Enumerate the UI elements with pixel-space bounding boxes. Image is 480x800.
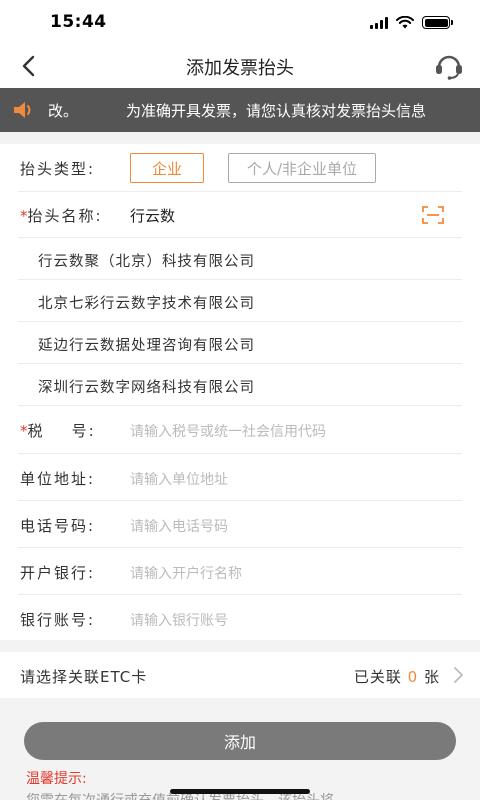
suggestion-text: 延边行云数据处理咨询有限公司: [38, 338, 255, 354]
etc-status-prefix: 已关联: [353, 668, 402, 686]
account-row: 银行账号: 请输入银行账号: [18, 595, 462, 640]
bank-row: 开户银行: 请输入开户行名称: [18, 548, 462, 595]
suggestion-item[interactable]: 深圳行云数字网络科技有限公司: [18, 364, 462, 406]
account-input[interactable]: 请输入银行账号: [130, 610, 452, 630]
tips-title: 温馨提示:: [26, 771, 87, 787]
suggestion-item[interactable]: 延边行云数据处理咨询有限公司: [18, 322, 462, 364]
tax-number-label-text: 税 号:: [27, 422, 96, 440]
required-mark: *: [20, 422, 28, 440]
notice-bar: 改。 为准确开具发票，请您认真核对发票抬头信息: [0, 88, 480, 132]
scan-button[interactable]: [422, 206, 444, 224]
etc-linked-count: 0: [407, 668, 419, 686]
nav-bar: 添加发票抬头: [0, 44, 480, 88]
suggestion-item[interactable]: 行云数聚（北京）科技有限公司: [18, 238, 462, 280]
title-name-row: *抬头名称: 行云数: [18, 192, 462, 238]
tax-number-input[interactable]: 请输入税号或统一社会信用代码: [130, 421, 452, 441]
tax-number-row: *税 号: 请输入税号或统一社会信用代码: [18, 406, 462, 454]
phone-row: 电话号码: 请输入电话号码: [18, 501, 462, 548]
notice-text-tail: 改。: [48, 102, 79, 120]
phone-input[interactable]: 请输入电话号码: [130, 516, 452, 536]
customer-service-button[interactable]: [434, 52, 464, 80]
title-name-input[interactable]: 行云数: [130, 205, 175, 226]
address-label: 单位地址:: [20, 470, 96, 488]
title-type-row: 抬头类型: 企业 个人/非企业单位: [18, 144, 462, 192]
etc-linked-status: 已关联 0 张: [354, 666, 440, 687]
suggestion-text: 深圳行云数字网络科技有限公司: [38, 380, 255, 396]
title-name-label: *抬头名称:: [20, 205, 103, 226]
address-input[interactable]: 请输入单位地址: [130, 469, 452, 489]
cellular-signal-icon: [370, 16, 388, 29]
etc-status-suffix: 张: [423, 668, 440, 686]
speaker-icon: [14, 102, 31, 118]
required-mark: *: [20, 207, 28, 225]
add-button[interactable]: 添加: [24, 722, 456, 760]
address-row: 单位地址: 请输入单位地址: [18, 454, 462, 501]
suggestion-text: 北京七彩行云数字技术有限公司: [38, 296, 255, 312]
tax-number-label: *税 号:: [20, 420, 96, 441]
status-bar: 15:44: [0, 0, 480, 44]
notice-text-main: 为准确开具发票，请您认真核对发票抬头信息: [126, 102, 427, 120]
suggestion-text: 行云数聚（北京）科技有限公司: [38, 254, 255, 270]
notice-icon-wrap: [12, 99, 36, 121]
home-indicator: [170, 789, 310, 794]
account-label: 银行账号:: [20, 611, 96, 629]
battery-icon: [422, 16, 453, 29]
type-option-enterprise[interactable]: 企业: [130, 153, 204, 183]
etc-card-label: 请选择关联ETC卡: [20, 668, 148, 686]
status-time: 15:44: [50, 12, 107, 32]
etc-card-row[interactable]: 请选择关联ETC卡 已关联 0 张: [0, 652, 480, 698]
chevron-right-icon: [454, 667, 463, 683]
phone-label: 电话号码:: [20, 517, 96, 535]
type-option-personal[interactable]: 个人/非企业单位: [228, 153, 376, 183]
title-type-label: 抬头类型:: [20, 160, 96, 178]
headset-icon: [436, 55, 462, 80]
suggestion-item[interactable]: 北京七彩行云数字技术有限公司: [18, 280, 462, 322]
wifi-icon: [396, 16, 414, 29]
notice-text: 改。 为准确开具发票，请您认真核对发票抬头信息: [48, 100, 426, 121]
bank-input[interactable]: 请输入开户行名称: [130, 563, 452, 583]
status-icons: [370, 16, 453, 29]
scan-icon: [422, 206, 444, 224]
bank-label: 开户银行:: [20, 564, 96, 582]
page-title: 添加发票抬头: [186, 58, 294, 79]
invoice-title-form: 抬头类型: 企业 个人/非企业单位 *抬头名称: 行云数 行云数聚（北京）科技有…: [0, 144, 480, 640]
title-name-label-text: 抬头名称:: [27, 207, 103, 225]
